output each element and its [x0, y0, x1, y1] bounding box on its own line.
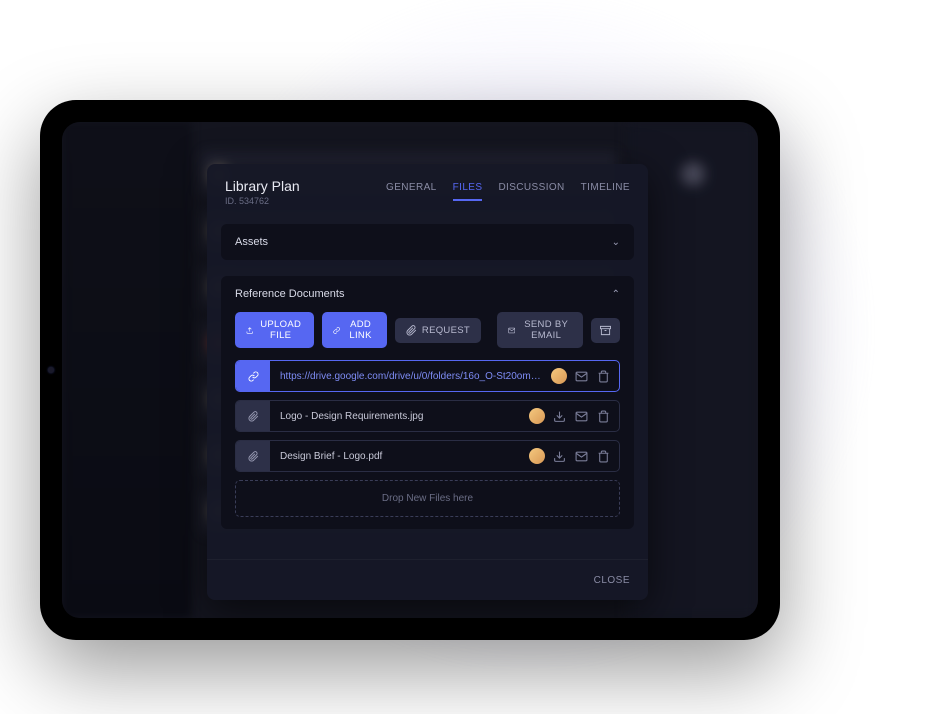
section-reference-title: Reference Documents	[235, 288, 344, 300]
close-button[interactable]: CLOSE	[594, 575, 630, 586]
link-icon	[248, 371, 259, 382]
avatar[interactable]	[551, 368, 567, 384]
archive-button[interactable]	[591, 318, 620, 343]
file-row[interactable]: Design Brief - Logo.pdf	[235, 440, 620, 472]
archive-icon	[600, 325, 611, 336]
chevron-down-icon: ⌄	[612, 237, 620, 248]
tabs: GENERAL FILES DISCUSSION TIMELINE	[386, 182, 630, 201]
actions-row: UPLOAD FILE ADD LINK REQUEST SEND BY EMA…	[235, 312, 620, 348]
send-by-email-button[interactable]: SEND BY EMAIL	[497, 312, 583, 348]
modal-title: Library Plan	[225, 178, 300, 194]
request-button[interactable]: REQUEST	[395, 318, 481, 343]
delete-file-button[interactable]	[595, 448, 611, 464]
upload-file-button[interactable]: UPLOAD FILE	[235, 312, 314, 348]
mail-file-button[interactable]	[573, 448, 589, 464]
section-reference-documents: Reference Documents ⌃ UPLOAD FILE ADD LI…	[221, 276, 634, 529]
section-assets-title: Assets	[235, 236, 268, 248]
attachment-icon	[248, 411, 259, 422]
delete-file-button[interactable]	[595, 368, 611, 384]
mail-file-button[interactable]	[573, 408, 589, 424]
project-modal: Library Plan ID. 534762 GENERAL FILES DI…	[207, 164, 648, 600]
file-name: Design Brief - Logo.pdf	[270, 451, 529, 462]
section-assets[interactable]: Assets ⌄	[221, 224, 634, 260]
download-file-button[interactable]	[551, 448, 567, 464]
mail-icon	[508, 325, 515, 336]
upload-icon	[246, 325, 254, 336]
avatar[interactable]	[529, 408, 545, 424]
file-row-link[interactable]: https://drive.google.com/drive/u/0/folde…	[235, 360, 620, 392]
tab-files[interactable]: FILES	[453, 182, 483, 201]
file-name: https://drive.google.com/drive/u/0/folde…	[270, 371, 551, 382]
screen: Library Plan ID. 534762 GENERAL FILES DI…	[62, 122, 758, 618]
modal-subtitle: ID. 534762	[225, 196, 300, 206]
modal-header: Library Plan ID. 534762 GENERAL FILES DI…	[207, 164, 648, 216]
tablet-camera	[48, 367, 54, 373]
delete-file-button[interactable]	[595, 408, 611, 424]
file-type-icon-box	[236, 361, 270, 391]
add-link-button[interactable]: ADD LINK	[322, 312, 387, 348]
tablet-frame: Library Plan ID. 534762 GENERAL FILES DI…	[40, 100, 780, 640]
file-type-icon-box	[236, 401, 270, 431]
file-name: Logo - Design Requirements.jpg	[270, 411, 529, 422]
attachment-icon	[406, 325, 417, 336]
attachment-icon	[248, 451, 259, 462]
chevron-up-icon: ⌃	[612, 289, 620, 300]
file-row[interactable]: Logo - Design Requirements.jpg	[235, 400, 620, 432]
tab-general[interactable]: GENERAL	[386, 182, 437, 201]
dropzone[interactable]: Drop New Files here	[235, 480, 620, 517]
mail-file-button[interactable]	[573, 368, 589, 384]
section-reference-header[interactable]: Reference Documents ⌃	[235, 288, 620, 300]
avatar[interactable]	[529, 448, 545, 464]
tab-discussion[interactable]: DISCUSSION	[498, 182, 564, 201]
download-file-button[interactable]	[551, 408, 567, 424]
file-type-icon-box	[236, 441, 270, 471]
tab-timeline[interactable]: TIMELINE	[581, 182, 630, 201]
modal-footer: CLOSE	[207, 559, 648, 600]
link-icon	[333, 325, 340, 336]
